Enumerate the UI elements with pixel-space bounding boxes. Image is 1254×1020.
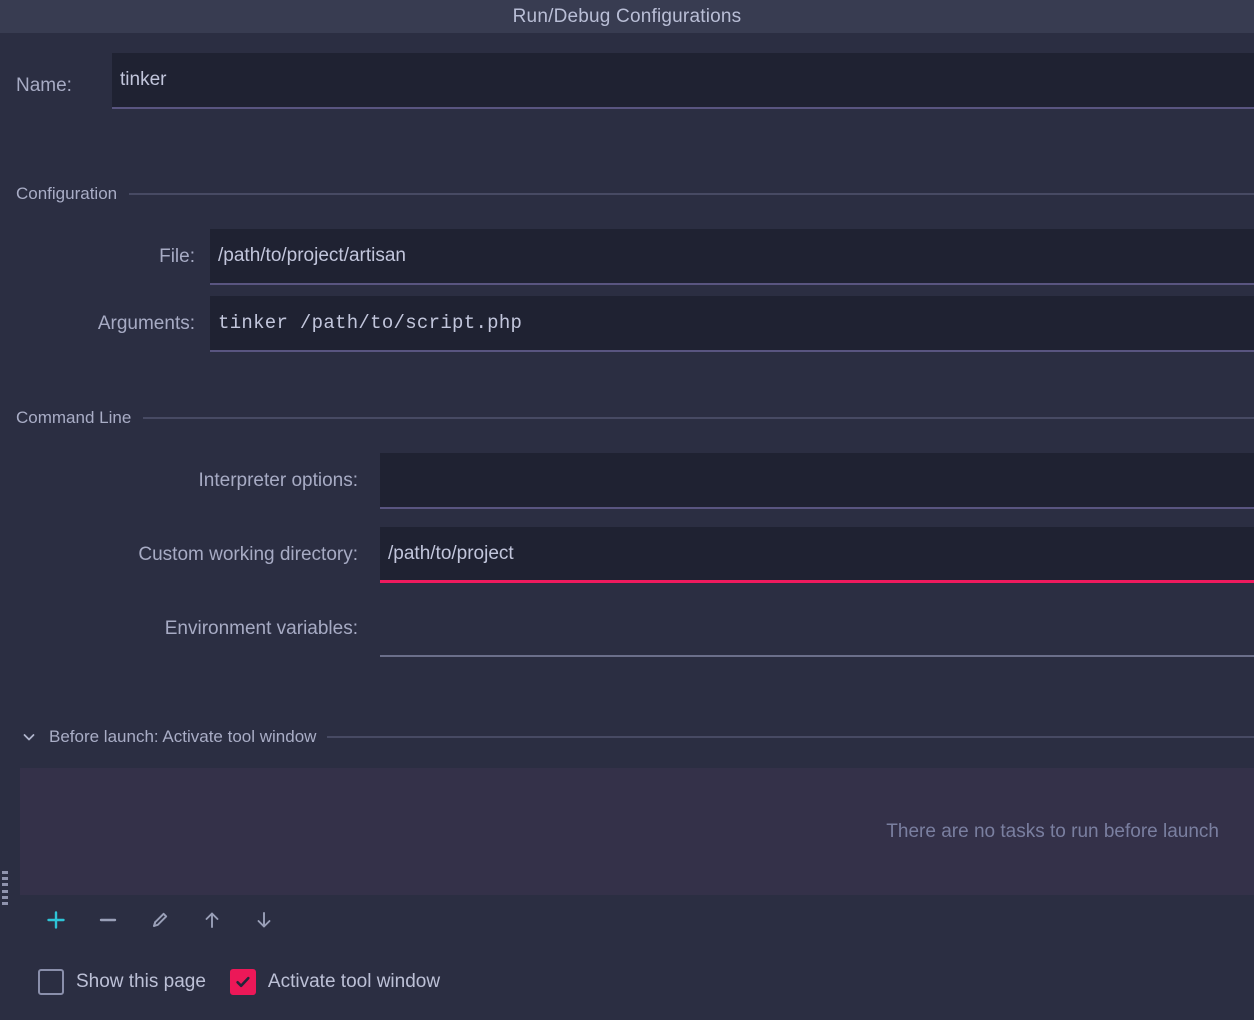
field-row-file: File: /path/to/project/artisan xyxy=(0,229,1254,285)
show-this-page-label: Show this page xyxy=(76,971,206,992)
interpreter-options-input[interactable] xyxy=(380,453,1254,509)
drag-dot xyxy=(2,901,8,905)
move-down-button[interactable] xyxy=(238,901,290,939)
section-title-configuration: Configuration xyxy=(16,184,118,203)
dialog-body: Name: tinker Configuration File: /path/t… xyxy=(0,33,1254,1020)
file-input-value: /path/to/project/artisan xyxy=(218,245,406,266)
activate-tool-window-label: Activate tool window xyxy=(267,971,441,992)
resize-drag-handle[interactable] xyxy=(2,871,8,905)
file-input[interactable]: /path/to/project/artisan xyxy=(210,229,1254,285)
minus-icon xyxy=(99,918,117,922)
plus-icon xyxy=(47,911,65,929)
name-label: Name: xyxy=(16,75,72,96)
environment-variables-label: Environment variables: xyxy=(164,618,358,639)
pencil-icon xyxy=(153,912,168,927)
arrow-down-icon xyxy=(257,912,271,928)
options-row: Show this page Activate tool window xyxy=(38,963,440,1001)
before-launch-toolbar xyxy=(30,901,290,939)
checkmark-icon xyxy=(236,976,250,988)
window-title: Run/Debug Configurations xyxy=(512,5,742,27)
section-title-command-line: Command Line xyxy=(16,408,132,427)
custom-working-directory-label: Custom working directory: xyxy=(138,544,358,565)
name-input-value: tinker xyxy=(120,69,167,90)
drag-dot xyxy=(2,895,8,899)
field-row-custom-working-directory: Custom working directory: /path/to/proje… xyxy=(0,527,1254,583)
remove-task-button[interactable] xyxy=(82,901,134,939)
checkbox-box-unchecked[interactable] xyxy=(38,969,64,995)
drag-dot xyxy=(2,877,8,881)
chevron-down-icon[interactable] xyxy=(20,728,38,746)
drag-dot xyxy=(2,883,8,887)
section-rule xyxy=(129,193,1254,195)
checkbox-box-checked[interactable] xyxy=(229,969,256,995)
arguments-input[interactable]: tinker /path/to/script.php xyxy=(210,296,1254,352)
file-label: File: xyxy=(159,246,195,267)
field-row-arguments: Arguments: tinker /path/to/script.php xyxy=(0,296,1254,352)
environment-variables-input[interactable] xyxy=(380,601,1254,657)
before-launch-title: Before launch: Activate tool window xyxy=(49,727,317,746)
field-row-interpreter-options: Interpreter options: xyxy=(0,453,1254,509)
arrow-up-icon xyxy=(205,912,219,928)
section-header-configuration: Configuration xyxy=(16,183,1254,205)
add-task-button[interactable] xyxy=(30,901,82,939)
custom-working-directory-input[interactable]: /path/to/project xyxy=(380,527,1254,583)
field-row-environment-variables: Environment variables: xyxy=(0,601,1254,657)
section-rule xyxy=(143,417,1254,419)
no-tasks-message: There are no tasks to run before launch xyxy=(886,820,1219,842)
before-launch-header[interactable]: Before launch: Activate tool window xyxy=(20,725,1254,749)
custom-working-directory-input-value: /path/to/project xyxy=(388,542,514,564)
drag-dot xyxy=(2,889,8,893)
arguments-label: Arguments: xyxy=(97,313,195,334)
section-rule xyxy=(327,736,1254,738)
drag-dot xyxy=(2,871,8,874)
activate-tool-window-checkbox[interactable]: Activate tool window xyxy=(229,969,441,995)
before-launch-tasks-panel[interactable]: There are no tasks to run before launch xyxy=(20,768,1254,895)
show-this-page-checkbox[interactable]: Show this page xyxy=(38,969,206,995)
move-up-button[interactable] xyxy=(186,901,238,939)
window-titlebar: Run/Debug Configurations xyxy=(0,0,1254,33)
name-input[interactable]: tinker xyxy=(112,53,1254,109)
arguments-input-value: tinker /path/to/script.php xyxy=(218,312,523,334)
section-header-command-line: Command Line xyxy=(16,407,1254,429)
name-row: Name: tinker xyxy=(0,53,1254,117)
interpreter-options-label: Interpreter options: xyxy=(198,470,358,491)
edit-task-button[interactable] xyxy=(134,901,186,939)
